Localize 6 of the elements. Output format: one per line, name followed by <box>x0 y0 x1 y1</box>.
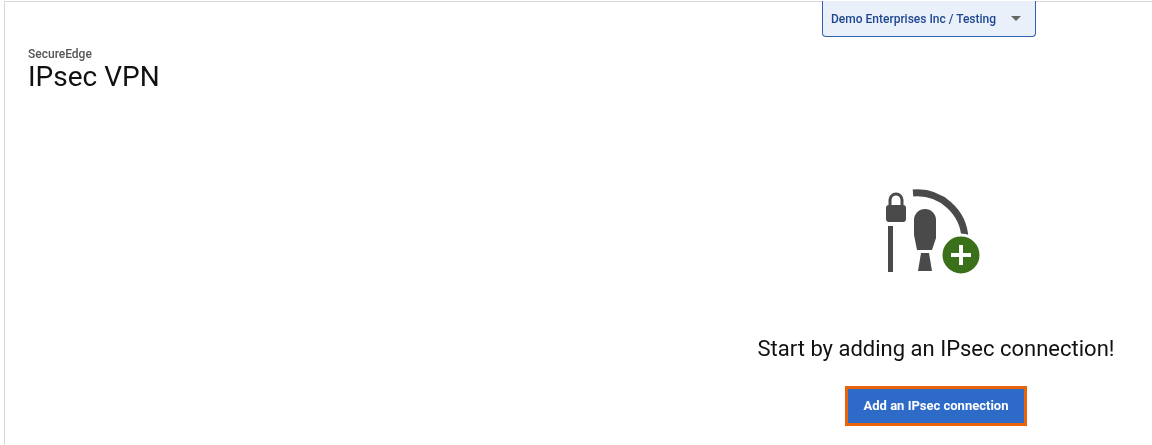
add-connection-button[interactable]: Add an IPsec connection <box>844 386 1028 426</box>
page-title: IPsec VPN <box>28 61 160 93</box>
breadcrumb: SecureEdge <box>28 47 92 61</box>
empty-state-message: Start by adding an IPsec connection! <box>757 335 1115 363</box>
account-dropdown[interactable]: Demo Enterprises Inc / Testing <box>822 1 1036 37</box>
caret-icon <box>1011 16 1021 21</box>
